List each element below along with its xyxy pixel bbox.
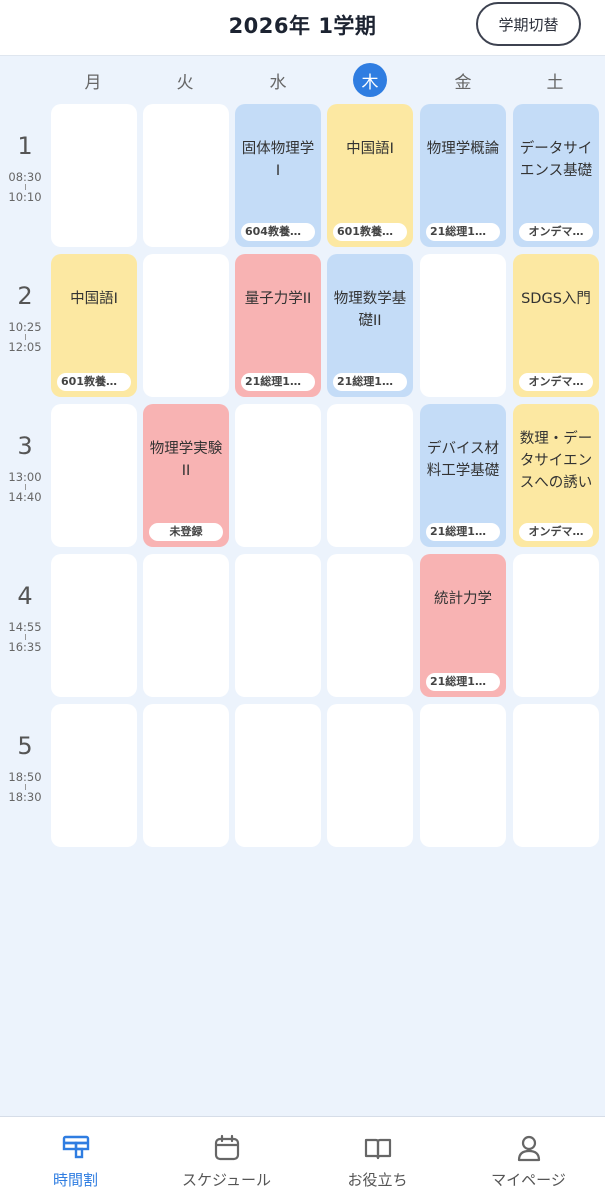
room-badge: オンデマ… bbox=[519, 223, 593, 241]
period-start-time: 13:00 bbox=[8, 470, 42, 484]
empty-cell[interactable] bbox=[235, 704, 321, 847]
bottom-nav: 時間割 スケジュール お役立ち マイページ bbox=[0, 1116, 605, 1199]
course-name: SDGS入門 bbox=[521, 291, 591, 307]
period-start-time: 08:30 bbox=[8, 170, 42, 184]
app-header: 2026年 1学期 学期切替 bbox=[0, 0, 605, 56]
room-badge: 21総理1号… bbox=[333, 373, 407, 391]
nav-timetable[interactable]: 時間割 bbox=[0, 1117, 151, 1199]
course-cell[interactable]: 物理数学基 礎II 21総理1号… bbox=[327, 254, 413, 397]
room-badge: オンデマ… bbox=[519, 523, 593, 541]
period-label: 3 13:00 14:40 bbox=[0, 432, 50, 504]
course-name: 物理学実験 II bbox=[149, 441, 223, 479]
empty-cell[interactable] bbox=[51, 554, 137, 697]
course-cell[interactable]: データサイ エンス基礎オンデマ… bbox=[513, 104, 599, 247]
course-name: デバイス材 料工学基礎 bbox=[426, 441, 500, 479]
empty-cell[interactable] bbox=[143, 704, 229, 847]
term-switch-button[interactable]: 学期切替 bbox=[476, 2, 581, 46]
period-start-time: 14:55 bbox=[8, 620, 42, 634]
empty-cell[interactable] bbox=[51, 104, 137, 247]
room-badge: 601教養講… bbox=[57, 373, 131, 391]
period-number: 4 bbox=[17, 582, 33, 610]
room-badge: 21総理1号… bbox=[241, 373, 315, 391]
course-cell[interactable]: SDGS入門 オンデマ… bbox=[513, 254, 599, 397]
course-cell[interactable]: 数理・デー タサイエン スへの誘いオンデマ… bbox=[513, 404, 599, 547]
course-cell[interactable]: デバイス材 料工学基礎 21総理1号… bbox=[420, 404, 506, 547]
empty-cell[interactable] bbox=[513, 704, 599, 847]
period-number: 1 bbox=[17, 132, 33, 160]
room-badge: 21総理1号… bbox=[426, 673, 500, 691]
course-name: データサイ エンス基礎 bbox=[519, 141, 593, 179]
empty-cell[interactable] bbox=[51, 704, 137, 847]
course-name: 中国語Ⅰ bbox=[346, 141, 394, 157]
nav-label-schedule: スケジュール bbox=[182, 1171, 271, 1189]
course-name: 数理・デー タサイエン スへの誘い bbox=[519, 431, 593, 491]
user-icon bbox=[517, 1135, 540, 1162]
course-cell[interactable]: 量子力学II 21総理1号… bbox=[235, 254, 321, 397]
period-end-time: 16:35 bbox=[8, 640, 42, 654]
period-end-time: 14:40 bbox=[8, 490, 42, 504]
course-cell[interactable]: 中国語Ⅰ 601教養講… bbox=[327, 104, 413, 247]
empty-cell[interactable] bbox=[51, 404, 137, 547]
course-cell[interactable]: 固体物理学 I 604教養講… bbox=[235, 104, 321, 247]
period-label: 4 14:55 16:35 bbox=[0, 582, 50, 654]
room-badge: オンデマ… bbox=[519, 373, 593, 391]
empty-cell[interactable] bbox=[235, 554, 321, 697]
empty-cell[interactable] bbox=[420, 254, 506, 397]
period-end-time: 12:05 bbox=[8, 340, 42, 354]
course-name: 統計力学 bbox=[434, 591, 492, 607]
empty-cell[interactable] bbox=[143, 104, 229, 247]
weekday-label: 木 bbox=[353, 63, 387, 97]
period-number: 5 bbox=[17, 732, 33, 760]
room-badge: 21総理1号… bbox=[426, 523, 500, 541]
nav-label-mypage: マイページ bbox=[491, 1171, 566, 1189]
course-cell[interactable]: 物理学概論 21総理1号… bbox=[420, 104, 506, 247]
course-name: 物理学概論 bbox=[426, 141, 500, 157]
room-badge: 604教養講… bbox=[241, 223, 315, 241]
nav-mypage[interactable]: マイページ bbox=[453, 1117, 604, 1199]
course-name: 物理数学基 礎II bbox=[333, 291, 407, 329]
nav-label-useful: お役立ち bbox=[347, 1171, 408, 1189]
nav-schedule[interactable]: スケジュール bbox=[151, 1117, 302, 1199]
empty-cell[interactable] bbox=[143, 554, 229, 697]
calendar-icon bbox=[214, 1134, 239, 1161]
empty-cell[interactable] bbox=[327, 554, 413, 697]
course-name: 固体物理学 I bbox=[241, 141, 315, 179]
timetable-icon bbox=[62, 1135, 89, 1159]
weekday-label: 土 bbox=[546, 72, 564, 93]
nav-label-timetable: 時間割 bbox=[52, 1171, 98, 1189]
weekday-label: 火 bbox=[176, 72, 194, 93]
period-number: 2 bbox=[17, 282, 33, 310]
course-cell[interactable]: 物理学実験 II 未登録 bbox=[143, 404, 229, 547]
book-icon bbox=[364, 1138, 391, 1160]
empty-cell[interactable] bbox=[513, 554, 599, 697]
empty-cell[interactable] bbox=[327, 704, 413, 847]
period-label: 5 18:50 18:30 bbox=[0, 732, 50, 804]
period-end-time: 10:10 bbox=[8, 190, 42, 204]
empty-cell[interactable] bbox=[143, 254, 229, 397]
course-cell[interactable]: 中国語Ⅰ 601教養講… bbox=[51, 254, 137, 397]
weekday-label: 月 bbox=[84, 72, 102, 93]
room-badge: 21総理1号… bbox=[426, 223, 500, 241]
period-label: 2 10:25 12:05 bbox=[0, 282, 50, 354]
weekday-label: 水 bbox=[269, 72, 287, 93]
empty-cell[interactable] bbox=[420, 704, 506, 847]
empty-cell[interactable] bbox=[327, 404, 413, 547]
room-badge: 601教養講… bbox=[333, 223, 407, 241]
course-name: 中国語Ⅰ bbox=[70, 291, 118, 307]
period-start-time: 18:50 bbox=[8, 770, 42, 784]
course-cell[interactable]: 統計力学 21総理1号… bbox=[420, 554, 506, 697]
period-start-time: 10:25 bbox=[8, 320, 42, 334]
course-name: 量子力学II bbox=[244, 291, 312, 307]
period-number: 3 bbox=[17, 432, 33, 460]
room-badge: 未登録 bbox=[149, 523, 223, 541]
period-label: 1 08:30 10:10 bbox=[0, 132, 50, 204]
nav-useful[interactable]: お役立ち bbox=[302, 1117, 453, 1199]
empty-cell[interactable] bbox=[235, 404, 321, 547]
period-end-time: 18:30 bbox=[8, 790, 42, 804]
weekday-label: 金 bbox=[454, 72, 472, 93]
